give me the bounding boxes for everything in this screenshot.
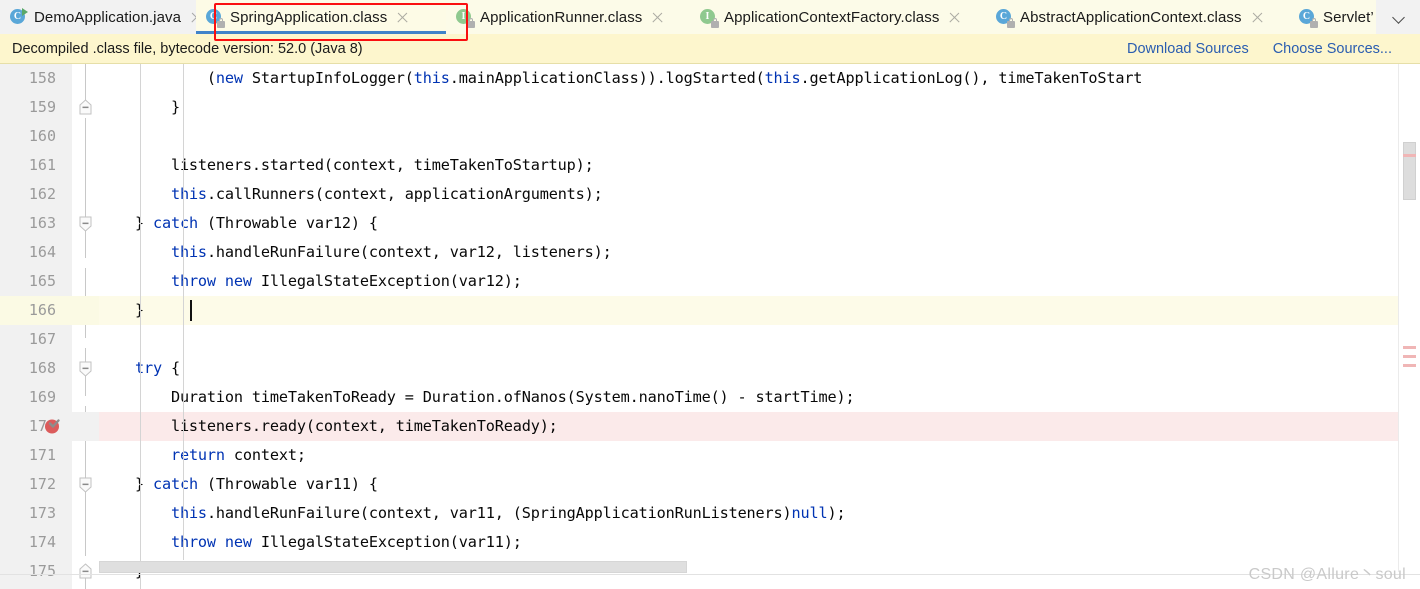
code-line-173[interactable]: 173 this.handleRunFailure(context, var11… <box>0 499 1420 528</box>
vertical-scrollbar[interactable] <box>1398 64 1420 572</box>
scrollbar-error-marker-3[interactable] <box>1403 364 1416 367</box>
editor-bottom-border <box>0 574 1420 575</box>
horizontal-scrollbar[interactable] <box>99 561 1399 573</box>
editor-tab-label: Servlet’ <box>1323 8 1374 26</box>
code-line-159[interactable]: 159 } <box>0 93 1420 122</box>
code-line-167[interactable]: 167 <box>0 325 1420 354</box>
code-text: listeners.started(context, timeTakenToSt… <box>99 156 594 174</box>
code-text: listeners.ready(context, timeTakenToRead… <box>99 417 558 435</box>
line-highlight-background <box>99 296 1420 325</box>
line-number: 161 <box>28 156 56 174</box>
line-number: 173 <box>28 504 56 522</box>
code-text: throw new IllegalStateException(var11); <box>170 533 522 551</box>
line-number: 160 <box>28 127 56 145</box>
close-icon[interactable] <box>396 11 409 24</box>
class-locked-icon: C <box>206 8 225 28</box>
line-number: 163 <box>28 214 56 232</box>
java-class-run-icon: C <box>10 7 28 26</box>
code-line-165[interactable]: 165 throw new IllegalStateException(var1… <box>0 267 1420 296</box>
interface-locked-icon: I <box>456 8 475 28</box>
class-locked-icon: C <box>996 8 1015 28</box>
line-number: 168 <box>28 359 56 377</box>
code-text: this.callRunners(context, applicationArg… <box>170 185 603 203</box>
watermark: CSDN @Allure丶soul <box>1248 566 1406 583</box>
line-number: 165 <box>28 272 56 290</box>
run-arrow-badge-icon <box>22 7 28 16</box>
code-line-168[interactable]: 168 try { <box>0 354 1420 383</box>
code-text: (new StartupInfoLogger(this.mainApplicat… <box>99 69 1143 87</box>
line-number: 171 <box>28 446 56 464</box>
line-number: 174 <box>28 533 56 551</box>
decompiled-class-notification-bar: Decompiled .class file, bytecode version… <box>0 34 1420 64</box>
code-line-160[interactable]: 160 <box>0 122 1420 151</box>
code-text: } <box>99 301 144 319</box>
code-line-158[interactable]: 158 (new StartupInfoLogger(this.mainAppl… <box>0 64 1420 93</box>
scrollbar-error-marker-2[interactable] <box>1403 355 1416 358</box>
editor-tab-3[interactable]: I ApplicationContextFactory.class <box>690 0 986 34</box>
line-number: 164 <box>28 243 56 261</box>
close-icon[interactable] <box>651 11 664 24</box>
lock-badge-icon <box>217 17 225 28</box>
choose-sources-link[interactable]: Choose Sources... <box>1273 41 1392 57</box>
ide-editor-window: C DemoApplication.java C SpringApplication.… <box>0 0 1420 589</box>
decompiled-notice-text: Decompiled .class file, bytecode version… <box>12 40 363 57</box>
notice-actions: Download Sources Choose Sources... <box>1127 41 1408 57</box>
editor-tab-4[interactable]: C AbstractApplicationContext.class <box>986 0 1289 34</box>
line-number: 159 <box>28 98 56 116</box>
code-line-170[interactable]: 170 listeners.ready(context, timeTakenTo… <box>0 412 1420 441</box>
editor-tab-label: SpringApplication.class <box>230 8 388 26</box>
tab-list-dropdown[interactable] <box>1376 0 1420 34</box>
code-line-161[interactable]: 161 listeners.started(context, timeTaken… <box>0 151 1420 180</box>
close-icon[interactable] <box>1251 11 1264 24</box>
close-icon[interactable] <box>948 11 961 24</box>
code-editor-area[interactable]: 158 (new StartupInfoLogger(this.mainAppl… <box>0 64 1420 589</box>
editor-tab-0[interactable]: C DemoApplication.java <box>0 0 196 34</box>
line-number: 169 <box>28 388 56 406</box>
line-number: 175 <box>28 562 56 580</box>
scrollbar-error-marker-1[interactable] <box>1403 346 1416 349</box>
editor-tab-label: ApplicationRunner.class <box>480 8 643 26</box>
code-text: throw new IllegalStateException(var12); <box>170 272 522 290</box>
editor-tab-label: AbstractApplicationContext.class <box>1020 8 1242 26</box>
editor-tab-label: ApplicationContextFactory.class <box>724 8 940 26</box>
chevron-down-icon <box>1393 12 1404 23</box>
code-line-164[interactable]: 164 this.handleRunFailure(context, var12… <box>0 238 1420 267</box>
editor-tab-5[interactable]: C Servlet’ <box>1289 0 1376 34</box>
line-number: 158 <box>28 69 56 87</box>
breakpoint-icon[interactable] <box>44 417 62 435</box>
code-text: return context; <box>170 446 306 464</box>
indent-guide-0 <box>140 64 141 589</box>
interface-locked-icon: I <box>700 8 719 28</box>
editor-tab-label: DemoApplication.java <box>34 8 182 26</box>
code-line-172[interactable]: 172 } catch (Throwable var11) { <box>0 470 1420 499</box>
lock-badge-icon <box>711 17 719 28</box>
code-line-162[interactable]: 162 this.callRunners(context, applicatio… <box>0 180 1420 209</box>
code-line-174[interactable]: 174 throw new IllegalStateException(var1… <box>0 528 1420 557</box>
code-text: this.handleRunFailure(context, var11, (S… <box>170 504 846 522</box>
editor-tab-bar: C DemoApplication.java C SpringApplication.… <box>0 0 1420 34</box>
line-number: 166 <box>28 301 56 319</box>
code-text: Duration timeTakenToReady = Duration.ofN… <box>99 388 855 406</box>
editor-tab-2[interactable]: I ApplicationRunner.class <box>446 0 690 34</box>
code-text: this.handleRunFailure(context, var12, li… <box>170 243 612 261</box>
code-line-169[interactable]: 169 Duration timeTakenToReady = Duration… <box>0 383 1420 412</box>
text-caret <box>190 300 192 321</box>
code-line-171[interactable]: 171 return context; <box>0 441 1420 470</box>
code-lines-container: 158 (new StartupInfoLogger(this.mainAppl… <box>0 64 1420 589</box>
indent-guide-1 <box>183 64 184 560</box>
lock-badge-icon <box>467 17 475 28</box>
download-sources-link[interactable]: Download Sources <box>1127 41 1249 57</box>
editor-tab-1[interactable]: C SpringApplication.class <box>196 0 446 34</box>
line-number: 172 <box>28 475 56 493</box>
code-line-163[interactable]: 163 } catch (Throwable var12) { <box>0 209 1420 238</box>
code-line-166[interactable]: 166 } <box>0 296 1420 325</box>
line-number: 162 <box>28 185 56 203</box>
vertical-scrollbar-thumb[interactable] <box>1403 142 1416 200</box>
horizontal-scrollbar-thumb[interactable] <box>99 561 687 573</box>
line-number: 167 <box>28 330 56 348</box>
lock-badge-icon <box>1310 17 1318 28</box>
class-locked-icon: C <box>1299 8 1318 28</box>
scrollbar-error-marker-0[interactable] <box>1403 154 1416 157</box>
lock-badge-icon <box>1007 17 1015 28</box>
